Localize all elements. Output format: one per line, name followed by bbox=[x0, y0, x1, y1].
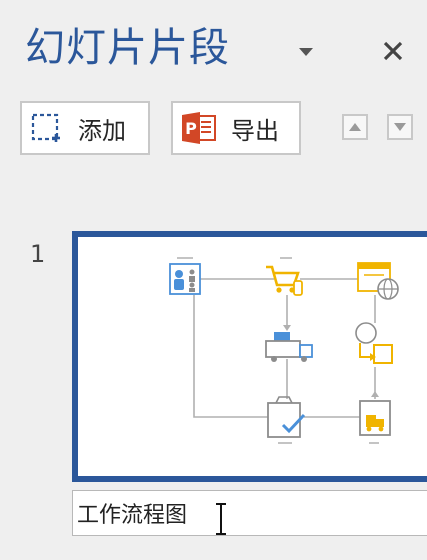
process-cycle-icon bbox=[355, 322, 393, 364]
package-check-icon bbox=[267, 396, 306, 438]
triangle-down-icon bbox=[394, 123, 406, 131]
pane-options-button[interactable] bbox=[294, 40, 318, 64]
triangle-up-icon bbox=[349, 123, 361, 131]
chevron-down-icon bbox=[299, 48, 313, 56]
delivery-truck-icon bbox=[265, 332, 313, 362]
pane-title: 幻灯片片段 bbox=[25, 25, 230, 71]
close-icon bbox=[383, 41, 403, 61]
web-globe-icon bbox=[357, 262, 399, 300]
workflow-diagram-thumbnail bbox=[169, 257, 399, 444]
add-button-label: 添加 bbox=[78, 116, 126, 145]
slide-thumbnail[interactable] bbox=[72, 231, 427, 482]
svg-text:P: P bbox=[185, 119, 197, 138]
close-pane-button[interactable] bbox=[376, 34, 410, 68]
people-icon bbox=[169, 263, 201, 295]
move-up-button[interactable] bbox=[342, 114, 368, 140]
delivery-box-icon bbox=[359, 400, 391, 436]
add-button[interactable]: 添加 bbox=[20, 101, 150, 155]
shopping-cart-icon bbox=[266, 265, 303, 296]
export-button-label: 导出 bbox=[231, 116, 279, 145]
powerpoint-icon: P bbox=[181, 111, 217, 145]
move-down-button[interactable] bbox=[387, 114, 413, 140]
dashed-add-icon bbox=[30, 112, 62, 144]
slide-name-input[interactable] bbox=[72, 490, 427, 536]
export-button[interactable]: P 导出 bbox=[171, 101, 301, 155]
slide-number: 1 bbox=[30, 240, 46, 268]
slide-snippets-pane: 幻灯片片段 添加 P 导出 1 工作流程图 bbox=[0, 0, 427, 560]
